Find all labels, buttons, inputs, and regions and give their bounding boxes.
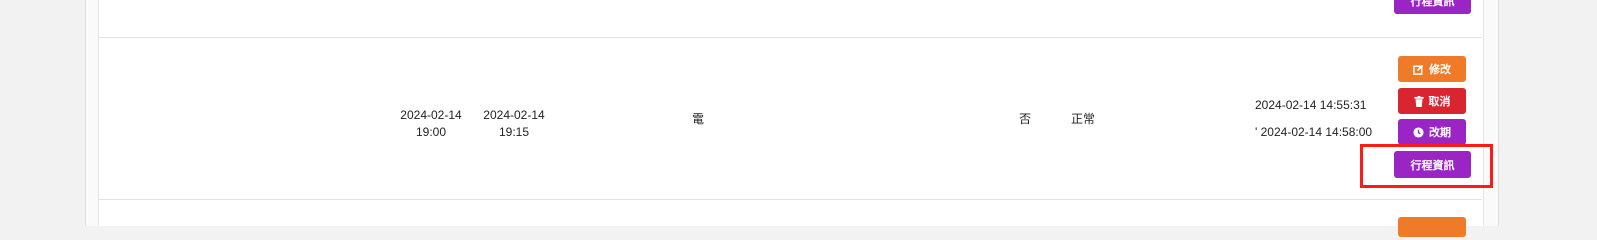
created-at-cell: 2024-02-14 14:55:31 [1255, 98, 1367, 112]
end-datetime-cell: 2024-02-14 19:15 [477, 107, 551, 141]
end-date: 2024-02-14 [483, 108, 545, 122]
updated-at-cell: ' 2024-02-14 14:58:00 [1255, 125, 1373, 139]
reschedule-button[interactable]: 改期 [1398, 119, 1466, 145]
cancel-button[interactable]: 取消 [1398, 88, 1466, 114]
start-datetime-cell: 2024-02-14 19:00 [394, 107, 468, 141]
reschedule-label: 改期 [1429, 127, 1451, 139]
clock-icon [1413, 126, 1424, 138]
edit-icon [1413, 64, 1424, 75]
highlight-box [1360, 144, 1493, 188]
prev-row-itinerary-button[interactable]: 行程資訊 [1394, 0, 1471, 14]
cancel-label: 取消 [1428, 96, 1451, 108]
start-date: 2024-02-14 [400, 108, 462, 122]
edit-button[interactable]: 修改 [1398, 56, 1466, 82]
next-row-edit-button[interactable] [1398, 217, 1466, 237]
trash-icon [1413, 95, 1424, 107]
start-time: 19:00 [415, 125, 447, 139]
edit-label: 修改 [1429, 64, 1451, 76]
type-cell: 電 [691, 112, 704, 126]
status-cell: 正常 [1070, 112, 1095, 126]
flag-cell: 否 [1018, 112, 1031, 126]
prev-row-itinerary-label: 行程資訊 [1410, 0, 1455, 8]
row-divider-top [98, 37, 1482, 38]
end-time: 19:15 [498, 125, 530, 139]
row-divider-bottom [98, 199, 1482, 200]
